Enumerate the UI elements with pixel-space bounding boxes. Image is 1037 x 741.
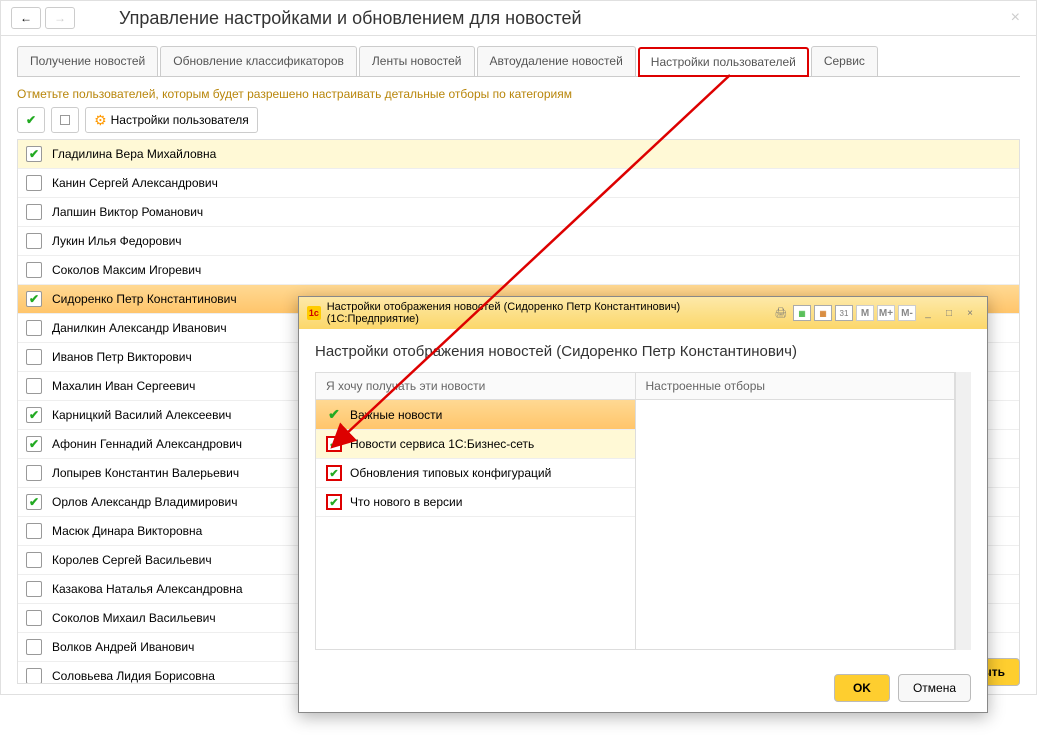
dialog-scrollbar[interactable] bbox=[955, 372, 971, 650]
user-checkbox[interactable] bbox=[26, 639, 42, 655]
user-name: Махалин Иван Сергеевич bbox=[52, 379, 195, 393]
news-label: Обновления типовых конфигураций bbox=[350, 466, 551, 480]
user-checkbox[interactable] bbox=[26, 668, 42, 684]
user-row[interactable]: Лукин Илья Федорович bbox=[18, 227, 1019, 256]
m-button[interactable]: M bbox=[856, 305, 874, 321]
user-name: Соколов Максим Игоревич bbox=[52, 263, 201, 277]
app-logo-icon: 1c bbox=[307, 306, 321, 320]
user-checkbox[interactable] bbox=[26, 407, 42, 423]
news-label: Важные новости bbox=[350, 408, 442, 422]
user-name: Карницкий Василий Алексеевич bbox=[52, 408, 231, 422]
minimize-icon[interactable]: _ bbox=[919, 305, 937, 321]
tab-receive-news[interactable]: Получение новостей bbox=[17, 46, 158, 76]
news-row[interactable]: Обновления типовых конфигураций bbox=[316, 459, 635, 488]
user-checkbox[interactable] bbox=[26, 610, 42, 626]
user-name: Сидоренко Петр Константинович bbox=[52, 292, 237, 306]
user-checkbox[interactable] bbox=[26, 262, 42, 278]
tab-service[interactable]: Сервис bbox=[811, 46, 878, 76]
news-row[interactable]: ✔ Важные новости bbox=[316, 400, 635, 430]
user-row[interactable]: Гладилина Вера Михайловна bbox=[18, 140, 1019, 169]
user-checkbox[interactable] bbox=[26, 523, 42, 539]
news-settings-dialog: 1c Настройки отображения новостей (Сидор… bbox=[298, 296, 988, 713]
user-checkbox[interactable] bbox=[26, 581, 42, 597]
calendar-icon-1[interactable]: ▦ bbox=[793, 305, 811, 321]
tab-bar: Получение новостей Обновление классифика… bbox=[17, 46, 1020, 77]
dialog-close-icon[interactable]: × bbox=[961, 305, 979, 321]
news-label: Что нового в версии bbox=[350, 495, 462, 509]
dialog-titlebar[interactable]: 1c Настройки отображения новостей (Сидор… bbox=[299, 297, 987, 329]
check-icon[interactable]: ✔ bbox=[326, 406, 342, 423]
user-name: Афонин Геннадий Александрович bbox=[52, 437, 242, 451]
instruction-text: Отметьте пользователей, которым будет ра… bbox=[17, 87, 1020, 101]
news-label: Новости сервиса 1С:Бизнес-сеть bbox=[350, 437, 534, 451]
user-checkbox[interactable] bbox=[26, 465, 42, 481]
user-row[interactable]: Лапшин Виктор Романович bbox=[18, 198, 1019, 227]
user-checkbox[interactable] bbox=[26, 552, 42, 568]
user-name: Волков Андрей Иванович bbox=[52, 640, 194, 654]
nav-back-button[interactable]: ← bbox=[11, 7, 41, 29]
user-name: Орлов Александр Владимирович bbox=[52, 495, 238, 509]
user-row[interactable]: Канин Сергей Александрович bbox=[18, 169, 1019, 198]
dialog-column-1: Я хочу получать эти новости bbox=[316, 373, 635, 400]
user-checkbox[interactable] bbox=[26, 494, 42, 510]
cancel-button[interactable]: Отмена bbox=[898, 674, 971, 702]
user-checkbox[interactable] bbox=[26, 204, 42, 220]
gear-icon: ⚙ bbox=[94, 112, 107, 129]
news-row[interactable]: Новости сервиса 1С:Бизнес-сеть bbox=[316, 430, 635, 459]
user-name: Королев Сергей Васильевич bbox=[52, 553, 212, 567]
user-name: Гладилина Вера Михайловна bbox=[52, 147, 216, 161]
m-plus-button[interactable]: M+ bbox=[877, 305, 895, 321]
check-all-button[interactable]: ✔ bbox=[17, 107, 45, 133]
user-name: Масюк Динара Викторовна bbox=[52, 524, 202, 538]
dialog-column-2: Настроенные отборы bbox=[636, 373, 955, 400]
dialog-heading: Настройки отображения новостей (Сидоренк… bbox=[315, 343, 971, 360]
dialog-title: Настройки отображения новостей (Сидоренк… bbox=[327, 301, 766, 325]
user-name: Соколов Михаил Васильевич bbox=[52, 611, 216, 625]
user-checkbox[interactable] bbox=[26, 349, 42, 365]
user-row[interactable]: Соколов Максим Игоревич bbox=[18, 256, 1019, 285]
uncheck-all-button[interactable] bbox=[51, 107, 79, 133]
checkbox-icon[interactable] bbox=[326, 494, 342, 510]
tab-user-settings[interactable]: Настройки пользователей bbox=[638, 47, 809, 77]
user-name: Данилкин Александр Иванович bbox=[52, 321, 227, 335]
tab-news-feeds[interactable]: Ленты новостей bbox=[359, 46, 475, 76]
news-row[interactable]: Что нового в версии bbox=[316, 488, 635, 517]
user-checkbox[interactable] bbox=[26, 233, 42, 249]
nav-forward-button[interactable]: → bbox=[45, 7, 75, 29]
user-checkbox[interactable] bbox=[26, 291, 42, 307]
user-name: Лопырев Константин Валерьевич bbox=[52, 466, 239, 480]
ok-button[interactable]: OK bbox=[834, 674, 890, 702]
maximize-icon[interactable]: □ bbox=[940, 305, 958, 321]
user-checkbox[interactable] bbox=[26, 436, 42, 452]
user-name: Казакова Наталья Александровна bbox=[52, 582, 243, 596]
user-checkbox[interactable] bbox=[26, 378, 42, 394]
m-minus-button[interactable]: M- bbox=[898, 305, 916, 321]
calendar-icon-2[interactable]: ▦ bbox=[814, 305, 832, 321]
user-checkbox[interactable] bbox=[26, 146, 42, 162]
user-settings-button[interactable]: ⚙ Настройки пользователя bbox=[85, 107, 258, 133]
close-icon[interactable]: × bbox=[1005, 9, 1026, 27]
checkbox-icon[interactable] bbox=[326, 436, 342, 452]
window-title: Управление настройками и обновлением для… bbox=[119, 8, 582, 29]
tab-auto-delete[interactable]: Автоудаление новостей bbox=[477, 46, 636, 76]
user-checkbox[interactable] bbox=[26, 320, 42, 336]
tab-update-classifiers[interactable]: Обновление классификаторов bbox=[160, 46, 357, 76]
checkbox-icon[interactable] bbox=[326, 465, 342, 481]
user-name: Канин Сергей Александрович bbox=[52, 176, 218, 190]
user-checkbox[interactable] bbox=[26, 175, 42, 191]
user-name: Лапшин Виктор Романович bbox=[52, 205, 203, 219]
user-name: Соловьева Лидия Борисовна bbox=[52, 669, 215, 683]
user-settings-label: Настройки пользователя bbox=[111, 113, 249, 127]
calendar-icon-31[interactable]: 31 bbox=[835, 305, 853, 321]
user-name: Лукин Илья Федорович bbox=[52, 234, 182, 248]
user-name: Иванов Петр Викторович bbox=[52, 350, 192, 364]
print-icon[interactable]: 🖨 bbox=[772, 305, 790, 321]
